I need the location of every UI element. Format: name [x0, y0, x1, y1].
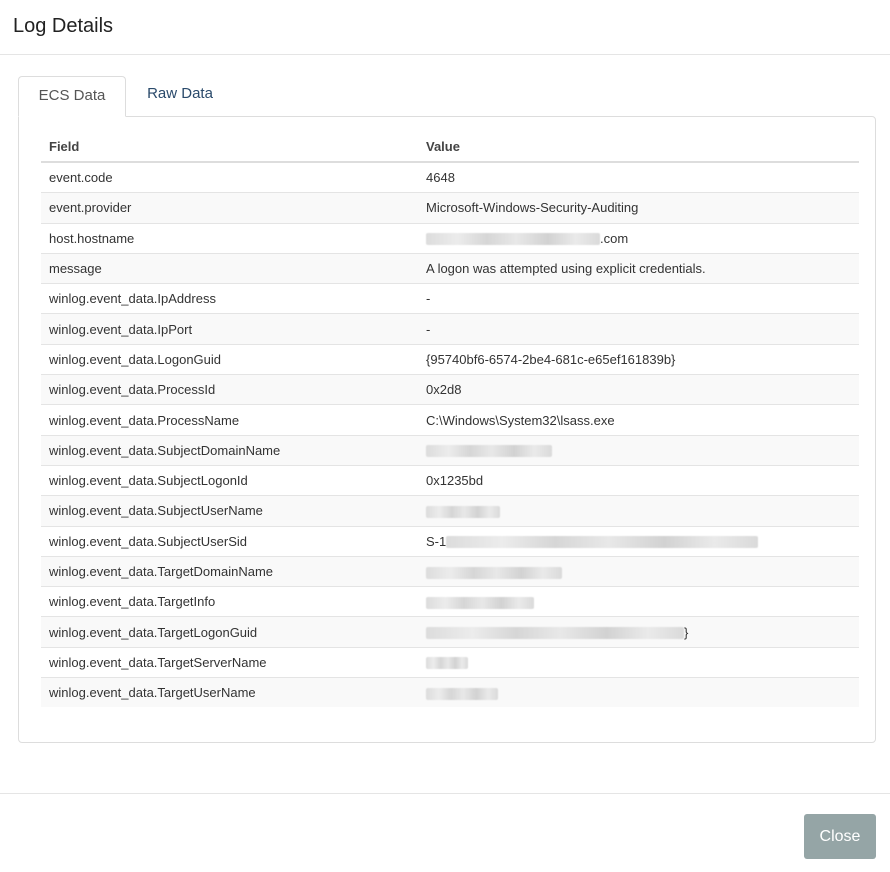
field-cell: winlog.event_data.SubjectLogonId	[41, 464, 418, 496]
field-cell: winlog.event_data.ProcessId	[41, 374, 418, 405]
value-cell: }	[418, 616, 859, 648]
value-cell	[418, 677, 859, 708]
field-cell: host.hostname	[41, 222, 418, 254]
close-button[interactable]: Close	[804, 814, 876, 859]
value-text: .com	[600, 230, 629, 246]
value-column-header: Value	[418, 131, 859, 163]
redacted-value	[426, 596, 534, 609]
value-cell: S-1	[418, 525, 859, 557]
table-row: winlog.event_data.IpPort -	[41, 313, 859, 345]
value-text: }	[684, 624, 689, 640]
value-cell: Microsoft-Windows-Security-Auditing	[418, 192, 859, 224]
table-row: message A logon was attempted using expli…	[41, 252, 859, 284]
field-cell: event.provider	[41, 192, 418, 224]
table-row: event.provider Microsoft-Windows-Security…	[41, 192, 859, 224]
field-cell: winlog.event_data.LogonGuid	[41, 343, 418, 375]
field-cell: event.code	[41, 161, 418, 193]
field-cell: winlog.event_data.TargetLogonGuid	[41, 616, 418, 648]
ecs-data-panel: Field Value event.code 4648 event.provider…	[18, 116, 876, 743]
value-cell: 0x2d8	[418, 374, 859, 405]
table-row: winlog.event_data.LogonGuid {95740bf6-657…	[41, 343, 859, 375]
field-cell: winlog.event_data.TargetDomainName	[41, 555, 418, 587]
value-cell: A logon was attempted using explicit cre…	[418, 252, 859, 284]
redacted-value	[426, 445, 552, 458]
value-text: -	[426, 291, 431, 307]
value-text: {95740bf6-6574-2be4-681c-e65ef161839b}	[426, 351, 676, 367]
field-cell: winlog.event_data.SubjectUserName	[41, 495, 418, 527]
value-text: 0x1235bd	[426, 473, 484, 489]
tab-ecs-data[interactable]: ECS Data	[18, 76, 126, 117]
value-cell: {95740bf6-6574-2be4-681c-e65ef161839b}	[418, 343, 859, 375]
field-cell: winlog.event_data.TargetInfo	[41, 586, 418, 617]
table-row: winlog.event_data.IpAddress -	[41, 283, 859, 314]
redacted-value	[426, 566, 562, 579]
redacted-value	[426, 233, 600, 246]
value-text: Microsoft-Windows-Security-Auditing	[426, 200, 639, 216]
value-cell: 4648	[418, 161, 859, 193]
field-cell: message	[41, 252, 418, 284]
redacted-value	[426, 657, 468, 670]
field-cell: winlog.event_data.ProcessName	[41, 404, 418, 436]
table-row: winlog.event_data.ProcessId 0x2d8	[41, 374, 859, 405]
table-row: winlog.event_data.SubjectUserSid S-1	[41, 525, 859, 557]
modal-footer: Close	[0, 793, 890, 872]
tab-raw-data[interactable]: Raw Data	[126, 76, 234, 117]
field-cell: winlog.event_data.TargetUserName	[41, 677, 418, 708]
table-row: winlog.event_data.TargetDomainName	[41, 555, 859, 587]
redacted-value	[426, 687, 498, 700]
redacted-value	[446, 536, 759, 549]
table-header-row: Field Value	[41, 131, 859, 163]
value-text: -	[426, 321, 431, 337]
value-cell: 0x1235bd	[418, 464, 859, 496]
redacted-value	[426, 627, 684, 640]
value-cell: -	[418, 283, 859, 314]
modal-title: Log Details	[13, 15, 114, 37]
value-text: A logon was attempted using explicit cre…	[426, 261, 706, 277]
log-details-modal: Log Details ECS Data Raw Data Field Valu…	[0, 0, 890, 872]
table-row: winlog.event_data.SubjectLogonId 0x1235bd	[41, 464, 859, 496]
field-cell: winlog.event_data.SubjectUserSid	[41, 525, 418, 557]
table-row: winlog.event_data.SubjectDomainName	[41, 434, 859, 466]
table-row: winlog.event_data.TargetInfo	[41, 586, 859, 617]
ecs-data-table: Field Value event.code 4648 event.provider…	[41, 131, 859, 708]
value-cell	[418, 495, 859, 527]
modal-header: Log Details	[0, 0, 890, 55]
field-cell: winlog.event_data.IpPort	[41, 313, 418, 345]
field-cell: winlog.event_data.TargetServerName	[41, 646, 418, 678]
value-text: C:\Windows\System32\lsass.exe	[426, 412, 615, 428]
value-cell: .com	[418, 222, 859, 254]
value-cell: -	[418, 313, 859, 345]
value-cell: C:\Windows\System32\lsass.exe	[418, 404, 859, 436]
field-cell: winlog.event_data.SubjectDomainName	[41, 434, 418, 466]
field-column-header: Field	[41, 131, 418, 163]
value-cell	[418, 646, 859, 678]
tab-bar: ECS Data Raw Data	[18, 76, 876, 117]
table-row: winlog.event_data.ProcessName C:\Windows\…	[41, 404, 859, 436]
table-row: event.code 4648	[41, 161, 859, 193]
value-text: 4648	[426, 170, 455, 186]
value-cell	[418, 434, 859, 466]
redacted-value	[426, 505, 500, 518]
table-row: host.hostname .com	[41, 222, 859, 254]
value-cell	[418, 555, 859, 587]
value-cell	[418, 586, 859, 617]
value-text: 0x2d8	[426, 382, 462, 398]
table-row: winlog.event_data.TargetLogonGuid}	[41, 616, 859, 648]
table-row: winlog.event_data.TargetUserName	[41, 677, 859, 708]
value-text: S-1	[426, 533, 447, 549]
field-cell: winlog.event_data.IpAddress	[41, 283, 418, 314]
table-row: winlog.event_data.TargetServerName	[41, 646, 859, 678]
table-row: winlog.event_data.SubjectUserName	[41, 495, 859, 527]
table-body: event.code 4648 event.provider Microsoft-Wi…	[41, 161, 859, 708]
